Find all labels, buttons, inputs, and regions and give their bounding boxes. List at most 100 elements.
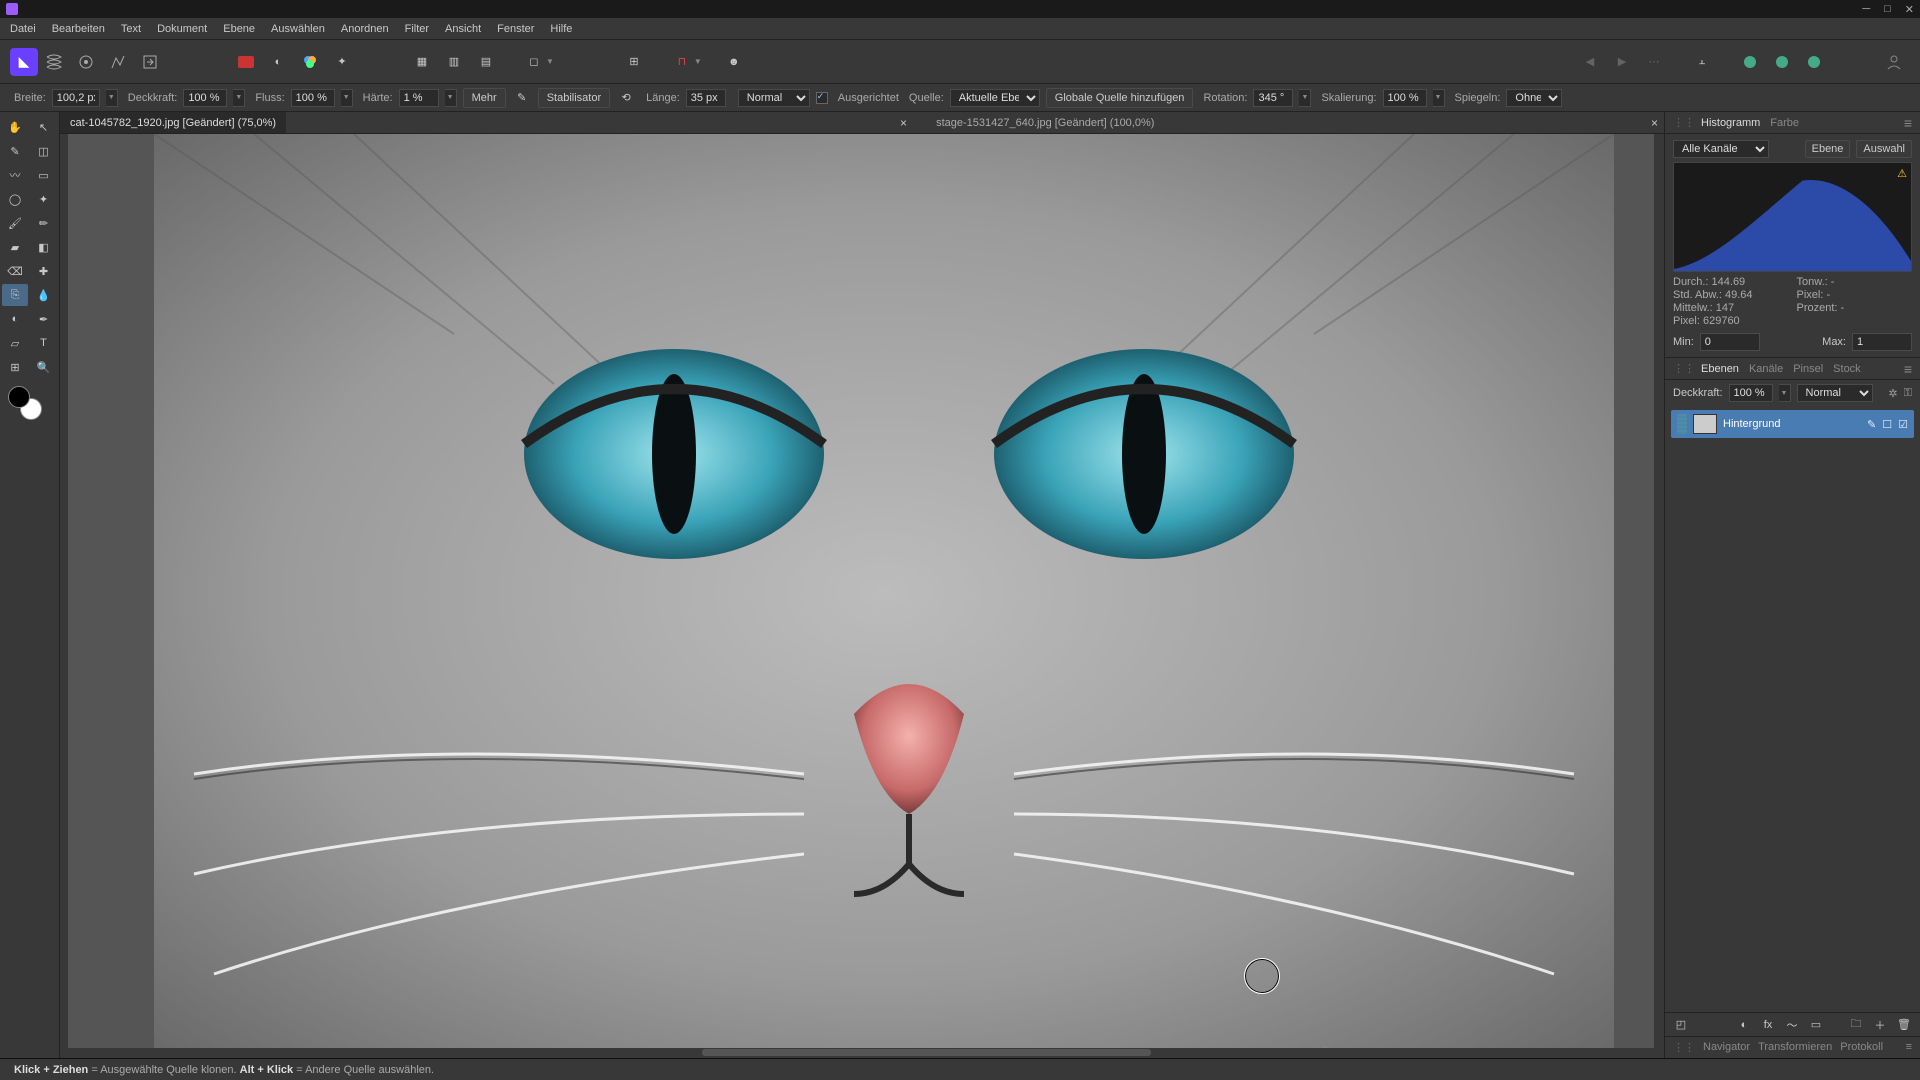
tab1-close-icon[interactable]: × — [900, 116, 907, 130]
channel-select[interactable]: Alle Kanäle — [1673, 140, 1769, 158]
arrange-icon[interactable]: ⊞ — [620, 48, 648, 76]
opacity-input[interactable] — [183, 89, 227, 107]
fx-icon[interactable]: fx — [1760, 1017, 1776, 1033]
min-input[interactable] — [1700, 333, 1760, 351]
pressure-icon[interactable]: ✎ — [512, 88, 532, 108]
marquee-tool-icon[interactable]: ▭ — [31, 164, 57, 186]
tab-navigator[interactable]: Navigator — [1703, 1041, 1750, 1054]
hardness-dropdown[interactable]: ▼ — [445, 89, 457, 107]
histogram-layer-button[interactable]: Ebene — [1805, 140, 1851, 158]
rotation-dropdown[interactable]: ▼ — [1299, 89, 1311, 107]
tab-transform[interactable]: Transformieren — [1758, 1041, 1832, 1054]
menu-fenster[interactable]: Fenster — [497, 23, 534, 35]
eraser-tool-icon[interactable]: ⌫ — [2, 260, 28, 282]
layer-opacity-input[interactable] — [1729, 384, 1773, 402]
source-select[interactable]: Aktuelle Ebene — [950, 89, 1040, 107]
fill-tool-icon[interactable]: ▰ — [2, 236, 28, 258]
tab-history[interactable]: Protokoll — [1840, 1041, 1883, 1054]
close-icon[interactable]: ✕ — [1905, 3, 1914, 16]
mesh-tool-icon[interactable]: ⊞ — [2, 356, 28, 378]
color-swatch[interactable] — [8, 386, 42, 420]
autolevels-icon[interactable]: ◐ — [264, 48, 292, 76]
lasso-tool-icon[interactable]: ◯ — [2, 188, 28, 210]
scale-dropdown[interactable]: ▼ — [1433, 89, 1445, 107]
tab-histogram[interactable]: Histogramm — [1701, 117, 1760, 129]
opacity-dropdown[interactable]: ▼ — [233, 89, 245, 107]
swatch-red-icon[interactable] — [232, 48, 260, 76]
stock-1-icon[interactable] — [1736, 48, 1764, 76]
histogram-selection-button[interactable]: Auswahl — [1856, 140, 1912, 158]
account-icon[interactable] — [1880, 48, 1908, 76]
zoom-tool-icon[interactable]: 🔍 — [31, 356, 57, 378]
menu-ansicht[interactable]: Ansicht — [445, 23, 481, 35]
menu-ebene[interactable]: Ebene — [223, 23, 255, 35]
rope-icon[interactable]: ⟲ — [616, 88, 636, 108]
layer-visibility-icon[interactable] — [1677, 414, 1687, 434]
crop-tool-icon[interactable]: ◫ — [31, 140, 57, 162]
group-icon[interactable]: 🗀 — [1848, 1017, 1864, 1033]
smudge-tool-icon[interactable]: 💧 — [31, 284, 57, 306]
blendmode-select[interactable]: Normal — [738, 89, 810, 107]
text-tool-icon[interactable]: T — [31, 332, 57, 354]
nav-more-icon[interactable]: ⋯ — [1640, 48, 1668, 76]
helper-icon[interactable]: ◻ — [520, 48, 548, 76]
layer-row[interactable]: Hintergrund ✎ ☐ ☑ — [1671, 410, 1914, 438]
document-tab-2[interactable]: stage-1531427_640.jpg [Geändert] (100,0%… — [926, 112, 1164, 133]
layer-name[interactable]: Hintergrund — [1723, 418, 1780, 430]
menu-filter[interactable]: Filter — [405, 23, 429, 35]
autocolor-icon[interactable] — [296, 48, 324, 76]
menu-dokument[interactable]: Dokument — [157, 23, 207, 35]
aligned-checkbox[interactable] — [816, 92, 828, 104]
mirror-select[interactable]: Ohne — [1506, 89, 1562, 107]
layer-blend-select[interactable]: Normal — [1797, 384, 1873, 402]
stock-3-icon[interactable] — [1800, 48, 1828, 76]
assistant-icon[interactable]: ☻ — [720, 48, 748, 76]
live-filter-icon[interactable]: 〜 — [1784, 1017, 1800, 1033]
tab-channels[interactable]: Kanäle — [1749, 363, 1783, 375]
pencil-tool-icon[interactable]: ✏ — [31, 212, 57, 234]
maximize-icon[interactable]: □ — [1884, 3, 1891, 16]
stock-2-icon[interactable] — [1768, 48, 1796, 76]
panel-menu-icon[interactable]: ≡ — [1904, 361, 1912, 377]
document-tab-1[interactable]: cat-1045782_1920.jpg [Geändert] (75,0%) — [60, 112, 286, 133]
panel-menu-icon[interactable]: ≡ — [1904, 115, 1912, 131]
persona-photo-icon[interactable]: ◣ — [10, 48, 38, 76]
layer-edit-icon[interactable]: ✎ — [1867, 418, 1876, 431]
add-layer-icon[interactable]: ＋ — [1872, 1017, 1888, 1033]
mask2-icon[interactable]: ▭ — [1808, 1017, 1824, 1033]
grid-1-icon[interactable]: ▦ — [408, 48, 436, 76]
selection-brush-icon[interactable]: 〰 — [2, 164, 28, 186]
canvas-viewport[interactable]: ＋ — [60, 134, 1664, 1058]
tab-stock[interactable]: Stock — [1833, 363, 1861, 375]
scale-input[interactable] — [1383, 89, 1427, 107]
panel-menu-icon[interactable]: ≡ — [1906, 1041, 1912, 1054]
layer-fx-icon[interactable]: ✲ — [1888, 387, 1897, 400]
flood-select-icon[interactable]: ✦ — [31, 188, 57, 210]
foreground-color-icon[interactable] — [8, 386, 30, 408]
chevron-down-icon[interactable]: ▼ — [546, 57, 554, 66]
width-dropdown[interactable]: ▼ — [106, 89, 118, 107]
persona-export-icon[interactable] — [136, 48, 164, 76]
layer-link-icon[interactable]: ☐ — [1882, 418, 1892, 431]
persona-liquify-icon[interactable] — [40, 48, 68, 76]
nav-next-icon[interactable]: ▶ — [1608, 48, 1636, 76]
delete-layer-icon[interactable]: 🗑 — [1896, 1017, 1912, 1033]
flow-dropdown[interactable]: ▼ — [341, 89, 353, 107]
flow-input[interactable] — [291, 89, 335, 107]
length-input[interactable] — [686, 89, 726, 107]
inpaint-tool-icon[interactable]: ✚ — [31, 260, 57, 282]
max-input[interactable] — [1852, 333, 1912, 351]
adjustment-icon[interactable]: ◐ — [1736, 1017, 1752, 1033]
persona-develop-icon[interactable] — [72, 48, 100, 76]
menu-anordnen[interactable]: Anordnen — [341, 23, 389, 35]
clone-tool-icon[interactable]: ⎘ — [2, 284, 28, 306]
magnet-icon[interactable]: ⊓ — [668, 48, 696, 76]
mask-icon[interactable]: ◰ — [1673, 1017, 1689, 1033]
move-tool-icon[interactable]: ↖ — [31, 116, 57, 138]
scrollbar-vertical[interactable] — [1654, 134, 1664, 1058]
layer-lock-icon[interactable]: ⚿ — [1904, 387, 1912, 400]
more-button[interactable]: Mehr — [463, 88, 506, 108]
grid-2-icon[interactable]: ▥ — [440, 48, 468, 76]
gradient-tool-icon[interactable]: ◧ — [31, 236, 57, 258]
menu-bearbeiten[interactable]: Bearbeiten — [52, 23, 105, 35]
